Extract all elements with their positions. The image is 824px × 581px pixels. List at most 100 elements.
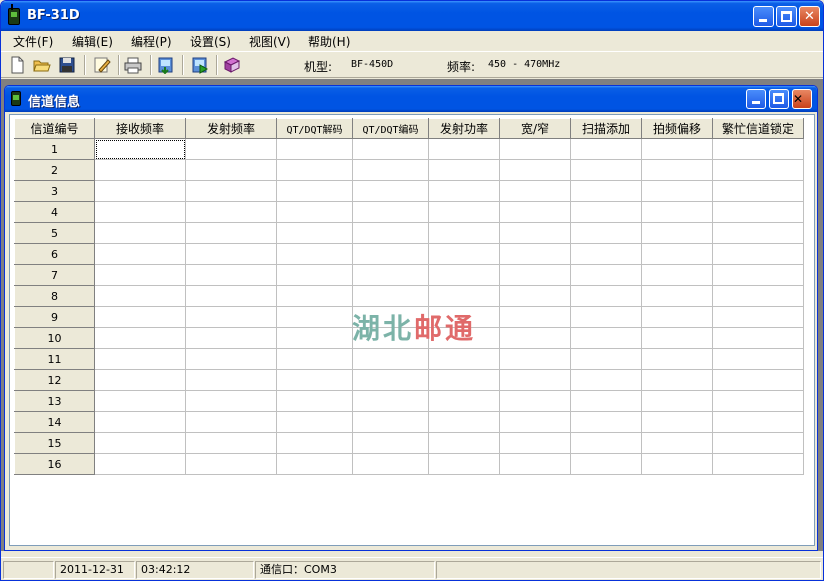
grid-cell[interactable] [712, 264, 804, 286]
grid-cell[interactable] [499, 222, 571, 244]
edit-icon[interactable] [93, 56, 111, 74]
grid-cell[interactable] [499, 201, 571, 223]
grid-cell[interactable] [641, 222, 713, 244]
grid-cell[interactable] [94, 222, 186, 244]
grid-cell[interactable] [499, 411, 571, 433]
row-number[interactable]: 12 [14, 369, 95, 391]
grid-cell[interactable] [185, 222, 277, 244]
grid-cell[interactable] [570, 138, 642, 160]
grid-cell[interactable] [570, 180, 642, 202]
grid-cell[interactable] [499, 285, 571, 307]
grid-cell[interactable] [94, 180, 186, 202]
grid-cell[interactable] [428, 201, 500, 223]
grid-cell[interactable] [641, 369, 713, 391]
grid-cell[interactable] [185, 180, 277, 202]
grid-cell[interactable] [570, 390, 642, 412]
column-header[interactable]: 发射功率 [428, 118, 500, 139]
grid-cell[interactable] [276, 138, 353, 160]
grid-cell[interactable] [185, 348, 277, 370]
grid-cell[interactable] [428, 411, 500, 433]
grid-cell[interactable] [641, 411, 713, 433]
grid-cell[interactable] [641, 432, 713, 454]
grid-cell[interactable] [94, 138, 186, 160]
grid-cell[interactable] [94, 348, 186, 370]
row-number[interactable]: 13 [14, 390, 95, 412]
grid-cell[interactable] [185, 285, 277, 307]
grid-cell[interactable] [641, 180, 713, 202]
grid-cell[interactable] [570, 327, 642, 349]
grid-cell[interactable] [185, 411, 277, 433]
grid-cell[interactable] [570, 453, 642, 475]
grid-cell[interactable] [185, 327, 277, 349]
row-number[interactable]: 2 [14, 159, 95, 181]
channel-grid[interactable]: 信道编号 接收频率 发射频率 QT/DQT解码 QT/DQT编码 发射功率 宽/窄 扫描添加拍… [9, 114, 815, 546]
row-number[interactable]: 1 [14, 138, 95, 160]
grid-cell[interactable] [276, 327, 353, 349]
grid-cell[interactable] [352, 159, 429, 181]
grid-cell[interactable] [641, 285, 713, 307]
grid-cell[interactable] [276, 411, 353, 433]
grid-cell[interactable] [276, 180, 353, 202]
grid-cell[interactable] [428, 453, 500, 475]
grid-cell[interactable] [428, 159, 500, 181]
column-header[interactable]: 信道编号 [14, 118, 95, 139]
grid-cell[interactable] [94, 264, 186, 286]
grid-cell[interactable] [276, 348, 353, 370]
grid-cell[interactable] [570, 348, 642, 370]
child-close-button[interactable]: ✕ [792, 89, 812, 109]
row-number[interactable]: 15 [14, 432, 95, 454]
grid-cell[interactable] [276, 264, 353, 286]
grid-cell[interactable] [185, 159, 277, 181]
grid-cell[interactable] [499, 348, 571, 370]
grid-cell[interactable] [712, 348, 804, 370]
grid-cell[interactable] [641, 201, 713, 223]
grid-cell[interactable] [352, 453, 429, 475]
grid-cell[interactable] [94, 327, 186, 349]
minimize-button[interactable] [753, 6, 774, 27]
menu-program[interactable]: 编程(P) [131, 33, 172, 50]
grid-cell[interactable] [428, 222, 500, 244]
grid-cell[interactable] [712, 222, 804, 244]
grid-cell[interactable] [185, 432, 277, 454]
write-radio-icon[interactable] [191, 56, 209, 74]
save-icon[interactable] [58, 56, 76, 74]
menu-edit[interactable]: 编辑(E) [72, 33, 113, 50]
grid-cell[interactable] [276, 306, 353, 328]
column-header[interactable]: 宽/窄 [499, 118, 571, 139]
print-icon[interactable] [124, 56, 142, 74]
read-radio-icon[interactable] [157, 56, 175, 74]
grid-cell[interactable] [428, 180, 500, 202]
row-number[interactable]: 14 [14, 411, 95, 433]
grid-cell[interactable] [352, 180, 429, 202]
grid-cell[interactable] [185, 201, 277, 223]
row-number[interactable]: 8 [14, 285, 95, 307]
grid-cell[interactable] [570, 159, 642, 181]
grid-cell[interactable] [276, 453, 353, 475]
grid-cell[interactable] [94, 306, 186, 328]
grid-cell[interactable] [499, 159, 571, 181]
grid-cell[interactable] [428, 348, 500, 370]
grid-cell[interactable] [499, 327, 571, 349]
grid-cell[interactable] [428, 243, 500, 265]
row-number[interactable]: 3 [14, 180, 95, 202]
title-bar[interactable]: BF-31D ✕ [1, 1, 823, 31]
grid-cell[interactable] [712, 327, 804, 349]
grid-cell[interactable] [185, 264, 277, 286]
grid-cell[interactable] [570, 306, 642, 328]
grid-cell[interactable] [499, 243, 571, 265]
row-number[interactable]: 7 [14, 264, 95, 286]
grid-cell[interactable] [352, 390, 429, 412]
grid-cell[interactable] [712, 306, 804, 328]
grid-cell[interactable] [712, 369, 804, 391]
grid-cell[interactable] [94, 411, 186, 433]
grid-cell[interactable] [352, 201, 429, 223]
grid-cell[interactable] [712, 138, 804, 160]
grid-cell[interactable] [499, 369, 571, 391]
grid-cell[interactable] [499, 180, 571, 202]
grid-cell[interactable] [352, 369, 429, 391]
grid-cell[interactable] [641, 453, 713, 475]
new-file-icon[interactable] [8, 56, 26, 74]
grid-cell[interactable] [570, 264, 642, 286]
grid-cell[interactable] [185, 369, 277, 391]
grid-cell[interactable] [712, 453, 804, 475]
